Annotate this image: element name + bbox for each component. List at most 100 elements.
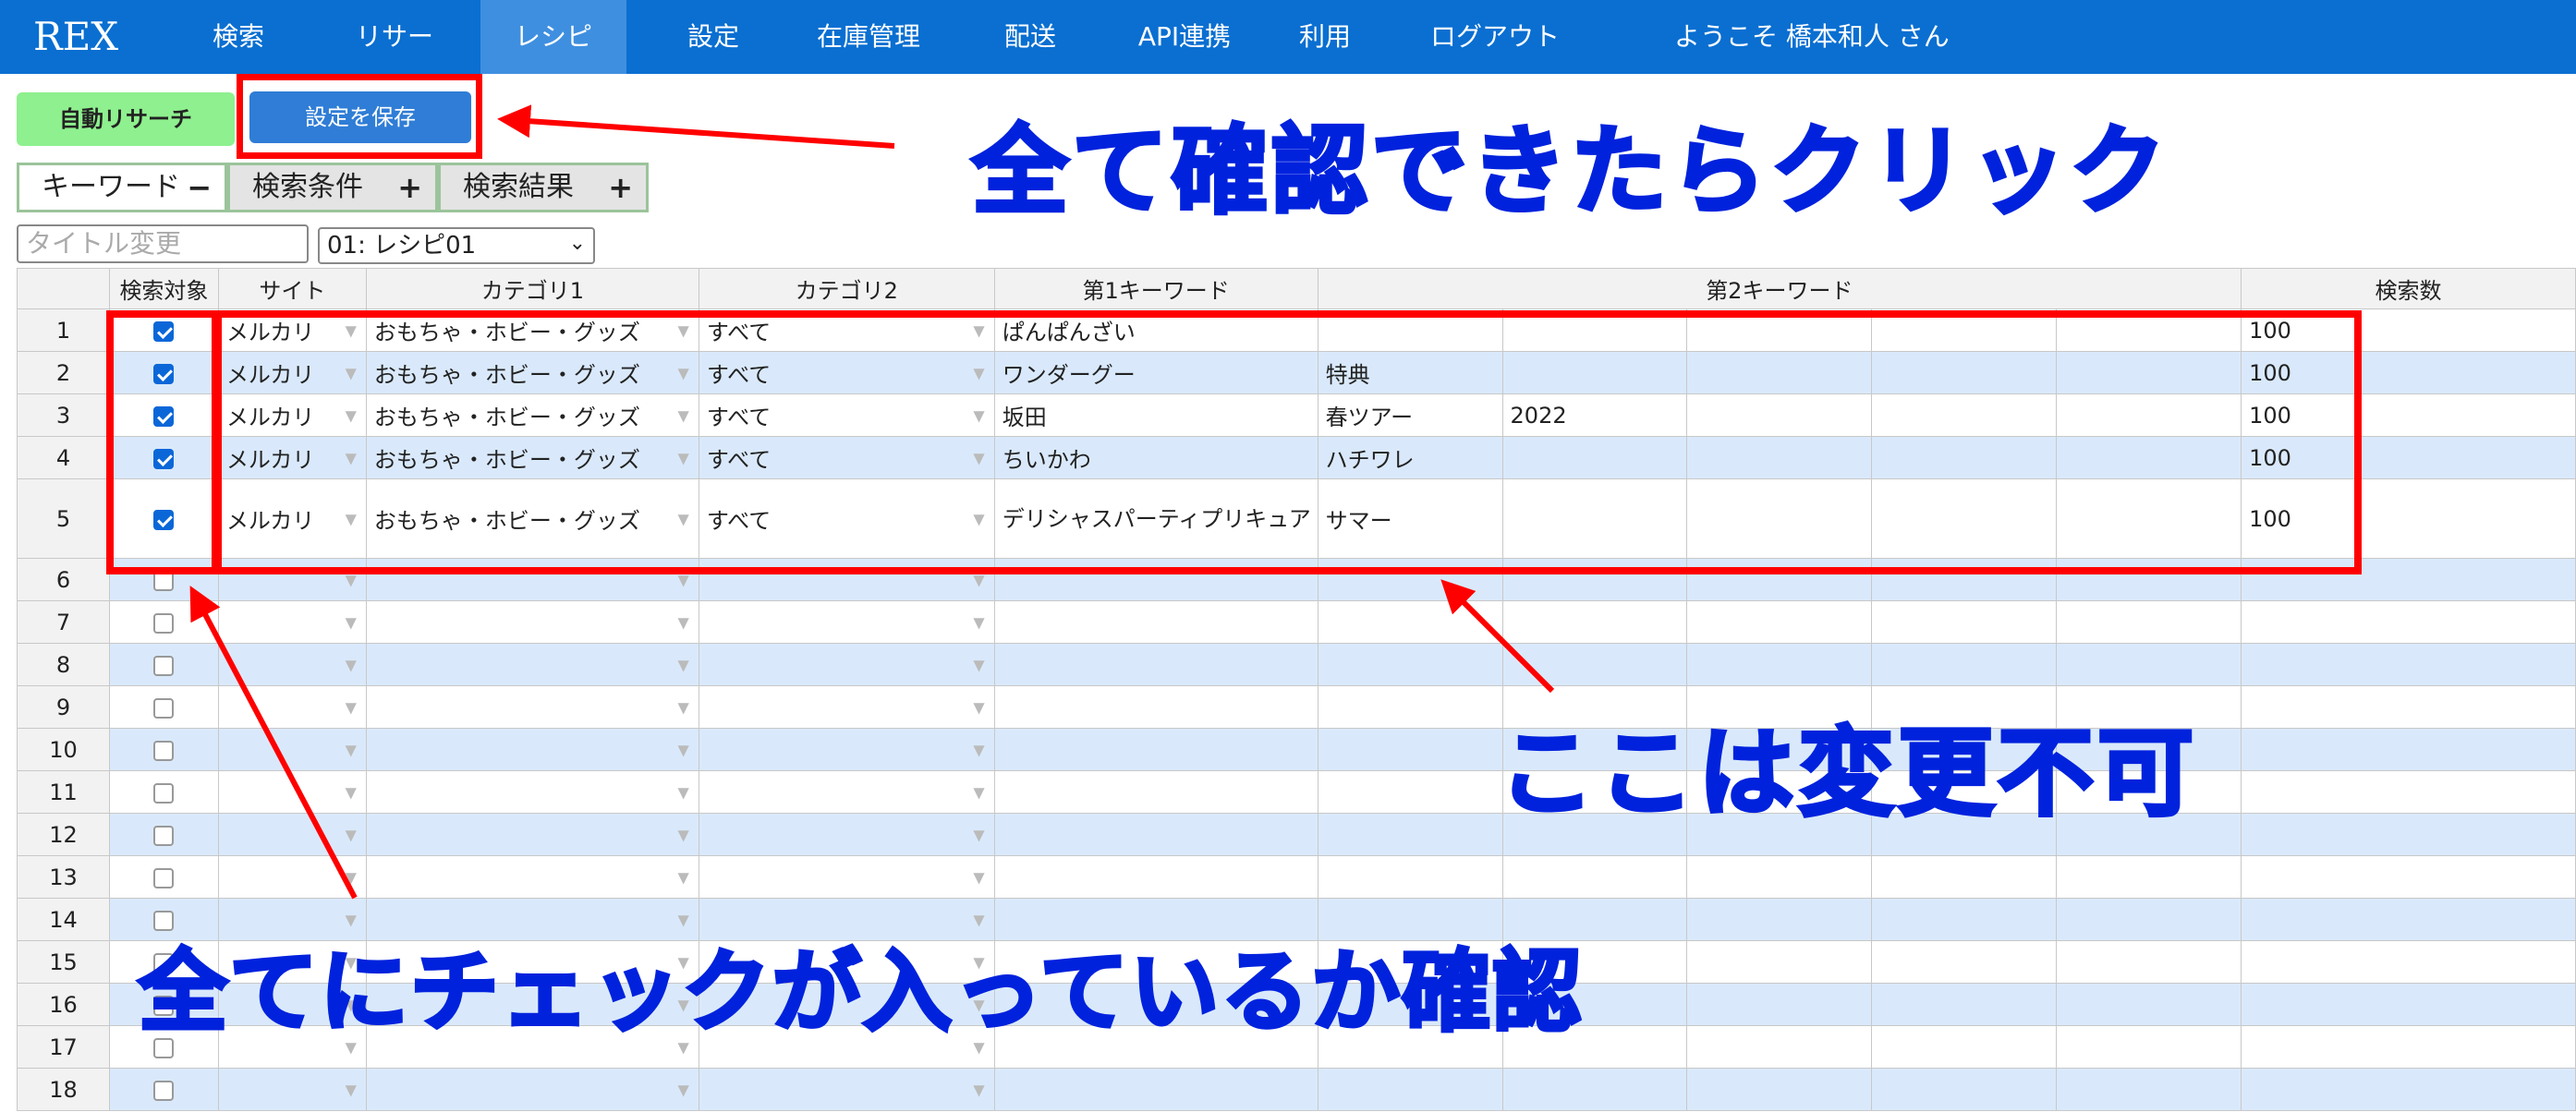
keyword2-cell[interactable] bbox=[1686, 643, 1873, 686]
keyword2-cell[interactable] bbox=[2056, 643, 2242, 686]
dropdown-arrow-icon[interactable]: ▼ bbox=[346, 613, 357, 631]
dropdown-arrow-icon[interactable]: ▼ bbox=[678, 868, 689, 886]
keyword2-cell[interactable] bbox=[2056, 898, 2242, 941]
search-count-cell[interactable] bbox=[2241, 770, 2576, 814]
keyword2-cell[interactable] bbox=[1871, 643, 2058, 686]
keyword2-cell[interactable] bbox=[2056, 855, 2242, 899]
dropdown-arrow-icon[interactable]: ▼ bbox=[346, 406, 357, 424]
dropdown-arrow-icon[interactable]: ▼ bbox=[346, 571, 357, 588]
keyword2-cell[interactable] bbox=[1317, 855, 1503, 899]
keyword2-cell[interactable] bbox=[1871, 1068, 2058, 1111]
keyword2-cell[interactable] bbox=[1317, 1068, 1503, 1111]
search-count-cell[interactable]: 100 bbox=[2241, 478, 2576, 559]
category1-select[interactable]: ▼ bbox=[365, 600, 699, 644]
category2-select[interactable]: ▼ bbox=[698, 855, 995, 899]
keyword2-cell[interactable] bbox=[1871, 393, 2058, 437]
nav-item[interactable]: 在庫管理 bbox=[813, 0, 924, 74]
keyword2-cell[interactable] bbox=[1686, 558, 1873, 601]
keyword2-cell[interactable] bbox=[1686, 855, 1873, 899]
dropdown-arrow-icon[interactable]: ▼ bbox=[973, 656, 984, 673]
keyword2-cell[interactable] bbox=[1871, 308, 2058, 352]
keyword2-cell[interactable] bbox=[1317, 813, 1503, 856]
category1-select[interactable]: ▼ bbox=[365, 770, 699, 814]
site-select[interactable]: ▼ bbox=[217, 600, 367, 644]
keyword2-cell[interactable] bbox=[1871, 351, 2058, 394]
keyword2-cell[interactable] bbox=[2056, 1068, 2242, 1111]
category2-select[interactable]: ▼ bbox=[698, 558, 995, 601]
search-count-cell[interactable] bbox=[2241, 813, 2576, 856]
category2-select[interactable]: ▼ bbox=[698, 643, 995, 686]
dropdown-arrow-icon[interactable]: ▼ bbox=[678, 783, 689, 801]
search-count-cell[interactable] bbox=[2241, 983, 2576, 1026]
search-count-cell[interactable] bbox=[2241, 1025, 2576, 1069]
search-target-checkbox[interactable] bbox=[153, 320, 175, 342]
search-target-checkbox[interactable] bbox=[153, 509, 175, 530]
site-select[interactable]: ▼ bbox=[217, 728, 367, 771]
site-select[interactable]: メルカリ ▼ bbox=[217, 393, 367, 437]
keyword2-cell[interactable] bbox=[2056, 436, 2242, 479]
dropdown-arrow-icon[interactable]: ▼ bbox=[678, 321, 689, 339]
site-select[interactable]: ▼ bbox=[217, 1068, 367, 1111]
search-target-checkbox[interactable] bbox=[153, 448, 175, 469]
search-count-cell[interactable] bbox=[2241, 855, 2576, 899]
keyword1-cell[interactable]: 坂田 bbox=[993, 393, 1318, 437]
keyword2-cell[interactable] bbox=[1317, 643, 1503, 686]
site-select[interactable]: ▼ bbox=[217, 813, 367, 856]
search-target-checkbox[interactable] bbox=[153, 825, 175, 846]
search-target-checkbox[interactable] bbox=[153, 570, 175, 591]
keyword2-cell[interactable] bbox=[1501, 308, 1688, 352]
keyword1-cell[interactable] bbox=[993, 813, 1318, 856]
keyword1-cell[interactable] bbox=[993, 770, 1318, 814]
keyword2-cell[interactable] bbox=[1871, 600, 2058, 644]
keyword2-cell[interactable] bbox=[1686, 478, 1873, 559]
keyword2-cell[interactable] bbox=[1317, 308, 1503, 352]
search-target-checkbox[interactable] bbox=[153, 697, 175, 719]
keyword2-cell[interactable] bbox=[1871, 1025, 2058, 1069]
category2-select[interactable]: すべて ▼ bbox=[698, 393, 995, 437]
nav-item[interactable]: ログアウト bbox=[1421, 0, 1569, 74]
keyword2-cell[interactable] bbox=[1686, 308, 1873, 352]
search-target-checkbox[interactable] bbox=[153, 405, 175, 427]
nav-item[interactable]: 検索 bbox=[205, 0, 272, 74]
search-count-cell[interactable]: 100 bbox=[2241, 351, 2576, 394]
keyword2-cell[interactable] bbox=[1871, 855, 2058, 899]
keyword1-cell[interactable] bbox=[993, 643, 1318, 686]
keyword2-cell[interactable] bbox=[1501, 643, 1688, 686]
category2-select[interactable]: すべて ▼ bbox=[698, 351, 995, 394]
dropdown-arrow-icon[interactable]: ▼ bbox=[678, 826, 689, 843]
dropdown-arrow-icon[interactable]: ▼ bbox=[346, 868, 357, 886]
dropdown-arrow-icon[interactable]: ▼ bbox=[973, 826, 984, 843]
search-count-cell[interactable]: 100 bbox=[2241, 436, 2576, 479]
dropdown-arrow-icon[interactable]: ▼ bbox=[346, 826, 357, 843]
tab-keyword[interactable]: キーワード − bbox=[17, 163, 227, 212]
keyword2-cell[interactable] bbox=[1317, 600, 1503, 644]
keyword2-cell[interactable] bbox=[1871, 478, 2058, 559]
dropdown-arrow-icon[interactable]: ▼ bbox=[678, 364, 689, 381]
category1-select[interactable]: ▼ bbox=[365, 728, 699, 771]
nav-item[interactable]: リサーチ bbox=[344, 0, 445, 126]
search-target-checkbox[interactable] bbox=[153, 782, 175, 804]
keyword2-cell[interactable] bbox=[2056, 351, 2242, 394]
dropdown-arrow-icon[interactable]: ▼ bbox=[678, 406, 689, 424]
keyword2-cell[interactable] bbox=[1686, 983, 1873, 1026]
site-select[interactable]: メルカリ ▼ bbox=[217, 436, 367, 479]
search-target-checkbox[interactable] bbox=[153, 363, 175, 384]
search-count-cell[interactable]: 100 bbox=[2241, 393, 2576, 437]
keyword1-cell[interactable]: ちいかわ bbox=[993, 436, 1318, 479]
keyword2-cell[interactable] bbox=[2056, 983, 2242, 1026]
keyword2-cell[interactable]: ハチワレ bbox=[1317, 436, 1503, 479]
dropdown-arrow-icon[interactable]: ▼ bbox=[346, 783, 357, 801]
category1-select[interactable]: おもちゃ・ホビー・グッズ ▼ bbox=[365, 308, 699, 352]
dropdown-arrow-icon[interactable]: ▼ bbox=[973, 510, 984, 527]
search-target-checkbox[interactable] bbox=[153, 612, 175, 634]
keyword1-cell[interactable] bbox=[993, 558, 1318, 601]
dropdown-arrow-icon[interactable]: ▼ bbox=[346, 510, 357, 527]
keyword1-cell[interactable]: ワンダーグー bbox=[993, 351, 1318, 394]
keyword2-cell[interactable]: 春ツアー bbox=[1317, 393, 1503, 437]
category2-select[interactable]: ▼ bbox=[698, 685, 995, 729]
category1-select[interactable]: ▼ bbox=[365, 558, 699, 601]
keyword1-cell[interactable] bbox=[993, 728, 1318, 771]
dropdown-arrow-icon[interactable]: ▼ bbox=[973, 406, 984, 424]
dropdown-arrow-icon[interactable]: ▼ bbox=[678, 571, 689, 588]
dropdown-arrow-icon[interactable]: ▼ bbox=[346, 1081, 357, 1098]
